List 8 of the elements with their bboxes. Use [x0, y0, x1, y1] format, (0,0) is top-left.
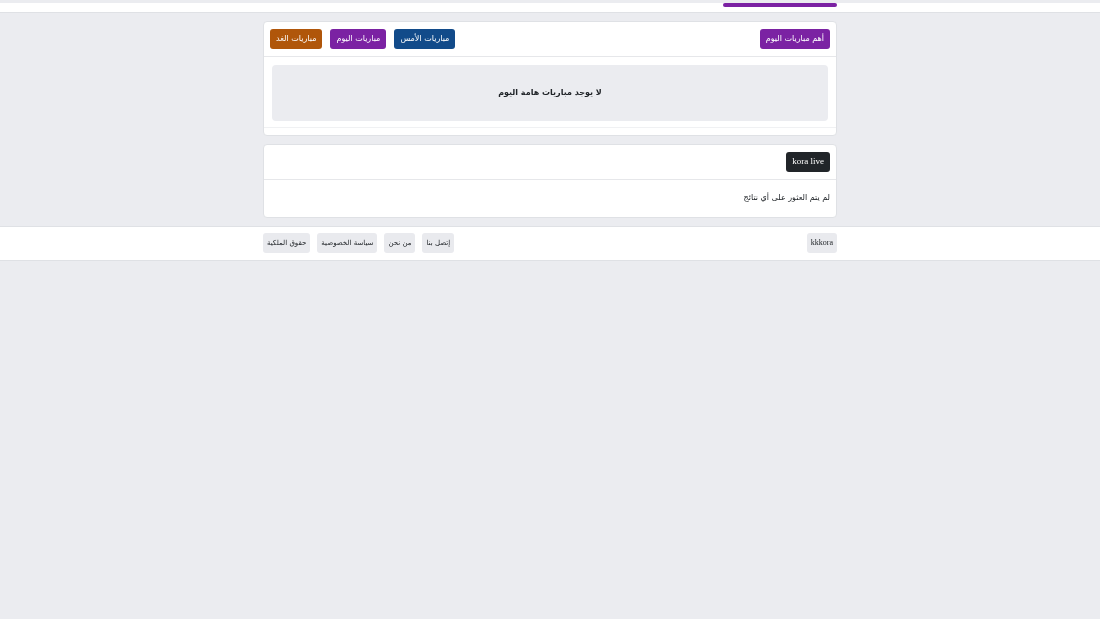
no-results-text: لم يتم العثور على أي نتائج — [743, 193, 830, 202]
brand-link[interactable]: kkkora — [806, 233, 837, 253]
live-badge: kora live — [786, 152, 830, 172]
day-button[interactable]: مباريات اليوم — [330, 29, 387, 49]
section-title: أهم مباريات اليوم — [759, 29, 830, 49]
day-button[interactable]: مباريات الغد — [270, 29, 323, 49]
empty-message: لا يوجد مباريات هامة اليوم — [498, 87, 602, 99]
day-button[interactable]: مباريات الأمس — [394, 29, 456, 49]
